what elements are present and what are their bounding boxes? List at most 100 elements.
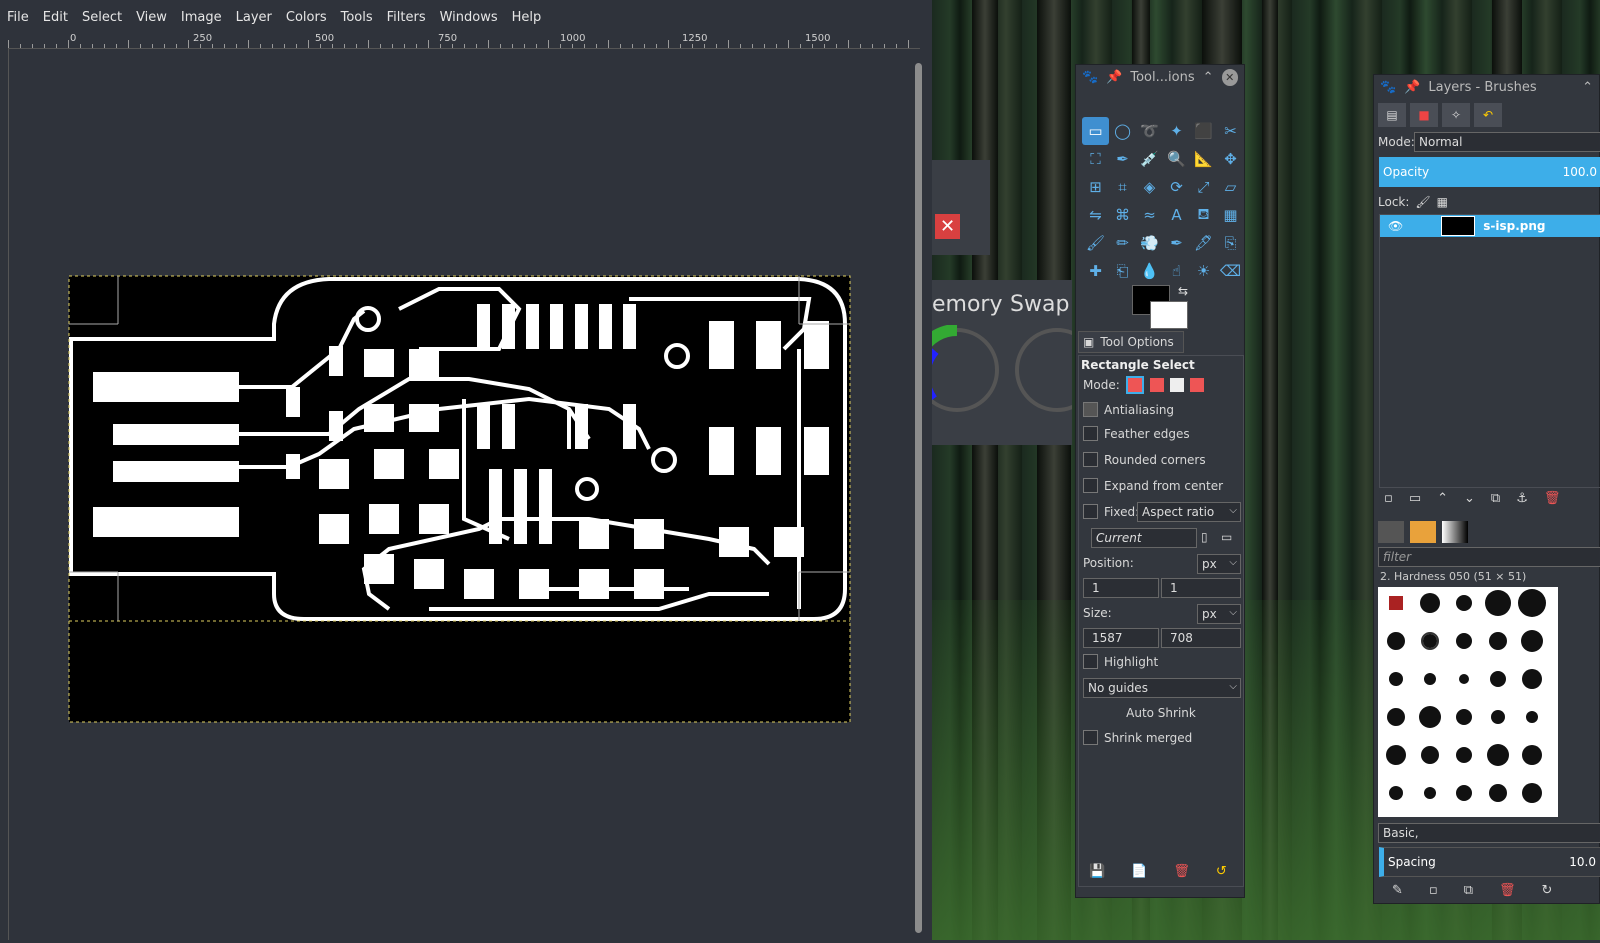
rounded-checkbox[interactable] (1083, 452, 1098, 467)
tab-paths[interactable]: ✧ (1442, 103, 1470, 127)
tool-warp-icon[interactable]: ≈ (1136, 201, 1163, 229)
duplicate-icon[interactable]: ⧉ (1491, 491, 1500, 506)
delete-icon[interactable]: 🗑 (1499, 883, 1516, 898)
brush-item[interactable] (1389, 596, 1403, 610)
landscape-icon[interactable]: ▭ (1221, 530, 1232, 544)
tool-perspective-clone-icon[interactable]: ⎗ (1109, 257, 1136, 285)
menu-tools[interactable]: Tools (334, 10, 380, 25)
brush-item[interactable] (1387, 708, 1405, 726)
tool-flip-icon[interactable]: ⇋ (1082, 201, 1109, 229)
tool-smudge-icon[interactable]: ☝ (1163, 257, 1190, 285)
menu-colors[interactable]: Colors (279, 10, 334, 25)
tab-gradients[interactable] (1442, 521, 1468, 543)
brush-item[interactable] (1522, 745, 1542, 765)
brush-item[interactable] (1389, 672, 1403, 686)
close-icon[interactable]: ✕ (935, 214, 960, 239)
tool-scissors-icon[interactable]: ✂ (1217, 117, 1244, 145)
new-group-icon[interactable]: ▭ (1409, 491, 1421, 506)
brush-item[interactable] (1389, 786, 1403, 800)
tool-color-picker-icon[interactable]: 💉 (1136, 145, 1163, 173)
brush-item[interactable] (1522, 669, 1542, 689)
position-y-input[interactable]: 1 (1161, 578, 1241, 598)
mode-subtract-icon[interactable] (1169, 378, 1184, 392)
menu-layer[interactable]: Layer (229, 10, 279, 25)
fixed-dropdown[interactable]: Aspect ratio ⌵ (1137, 502, 1241, 522)
new-layer-icon[interactable]: ▫ (1384, 491, 1393, 506)
brush-item[interactable] (1490, 671, 1506, 687)
shrink-merged-checkbox[interactable] (1083, 730, 1098, 745)
tool-eraser-icon[interactable]: ⌫ (1217, 257, 1244, 285)
tool-align-icon[interactable]: ⊞ (1082, 173, 1109, 201)
new-brush-icon[interactable]: ▫ (1429, 883, 1438, 898)
refresh-icon[interactable]: ↻ (1542, 883, 1553, 898)
swap-colors-icon[interactable]: ⇆ (1178, 284, 1188, 298)
tool-paths-icon[interactable]: ✒ (1109, 145, 1136, 173)
tab-layers[interactable]: ▤ (1378, 103, 1406, 127)
pin-icon[interactable]: 📌 (1106, 70, 1122, 85)
layer-row[interactable]: 👁 s-isp.png (1380, 215, 1600, 237)
tool-measure-icon[interactable]: 📐 (1190, 145, 1217, 173)
menu-view[interactable]: View (129, 10, 174, 25)
tool-text-icon[interactable]: A (1163, 201, 1190, 229)
position-unit[interactable]: px ⌵ (1197, 554, 1241, 574)
tool-ellipse-select-icon[interactable]: ◯ (1109, 117, 1136, 145)
tab-undo[interactable]: ↶ (1474, 103, 1502, 127)
brush-item[interactable] (1487, 744, 1509, 766)
tool-cage-icon[interactable]: ⌘ (1109, 201, 1136, 229)
brush-item[interactable] (1421, 632, 1439, 650)
brush-item[interactable] (1424, 673, 1436, 685)
tool-airbrush-icon[interactable]: 💨 (1136, 229, 1163, 257)
tool-shear-icon[interactable]: ▱ (1217, 173, 1244, 201)
menu-help[interactable]: Help (505, 10, 549, 25)
tool-pencil-icon[interactable]: ✏ (1109, 229, 1136, 257)
brush-item[interactable] (1387, 632, 1405, 650)
rounded-row[interactable]: Rounded corners (1083, 452, 1206, 467)
tab-patterns[interactable] (1410, 521, 1436, 543)
auto-shrink-button[interactable]: Auto Shrink (1079, 706, 1243, 720)
vertical-scrollbar[interactable] (913, 49, 924, 940)
shrink-merged-row[interactable]: Shrink merged (1083, 730, 1192, 745)
antialiasing-checkbox[interactable] (1083, 402, 1098, 417)
tool-fuzzy-select-icon[interactable]: ✦ (1163, 117, 1190, 145)
mode-add-icon[interactable] (1149, 378, 1164, 392)
brush-item[interactable] (1456, 595, 1472, 611)
brush-item[interactable] (1424, 787, 1436, 799)
guides-dropdown[interactable]: No guides ⌵ (1083, 678, 1241, 698)
tool-blur-icon[interactable]: 💧 (1136, 257, 1163, 285)
tool-paintbrush-icon[interactable]: 🖌 (1082, 229, 1109, 257)
tab-channels[interactable]: ■ (1410, 103, 1438, 127)
layer-mode-dropdown[interactable]: Normal (1414, 132, 1600, 152)
brush-item[interactable] (1491, 710, 1505, 724)
feather-checkbox[interactable] (1083, 426, 1098, 441)
mode-replace-icon[interactable] (1125, 376, 1144, 394)
brush-item[interactable] (1456, 747, 1472, 763)
brush-item[interactable] (1456, 785, 1472, 801)
image-canvas[interactable] (9, 49, 913, 940)
brush-item[interactable] (1521, 630, 1543, 652)
tool-scale-icon[interactable]: ⤢ (1190, 173, 1217, 201)
raise-icon[interactable]: ⌃ (1437, 491, 1448, 506)
tool-free-select-icon[interactable]: ➰ (1136, 117, 1163, 145)
brush-item[interactable] (1526, 711, 1538, 723)
restore-icon[interactable]: 📄 (1131, 864, 1147, 879)
brush-item[interactable] (1419, 706, 1441, 728)
tab-brushes[interactable] (1378, 521, 1404, 543)
brush-item[interactable] (1420, 593, 1440, 613)
delete-icon[interactable]: 🗑 (1173, 864, 1190, 879)
feather-row[interactable]: Feather edges (1083, 426, 1190, 441)
brush-filter-input[interactable]: filter (1378, 547, 1600, 567)
reset-icon[interactable]: ↺ (1216, 864, 1227, 879)
brush-item[interactable] (1421, 746, 1439, 764)
size-height-input[interactable]: 708 (1161, 628, 1241, 648)
lower-icon[interactable]: ⌄ (1464, 491, 1475, 506)
brush-item[interactable] (1522, 783, 1542, 803)
menu-file[interactable]: File (0, 10, 36, 25)
tool-dodge-icon[interactable]: ☀ (1190, 257, 1217, 285)
opacity-slider[interactable]: Opacity 100.0 (1379, 157, 1600, 187)
tool-rect-select-icon[interactable]: ▭ (1082, 117, 1109, 145)
duplicate-icon[interactable]: ⧉ (1464, 883, 1473, 898)
brush-item[interactable] (1456, 633, 1472, 649)
tool-heal-icon[interactable]: ✚ (1082, 257, 1109, 285)
chevron-up-icon[interactable]: ⌃ (1582, 80, 1593, 95)
horizontal-ruler[interactable]: 0 250 500 750 1000 1250 1500 (8, 33, 920, 49)
